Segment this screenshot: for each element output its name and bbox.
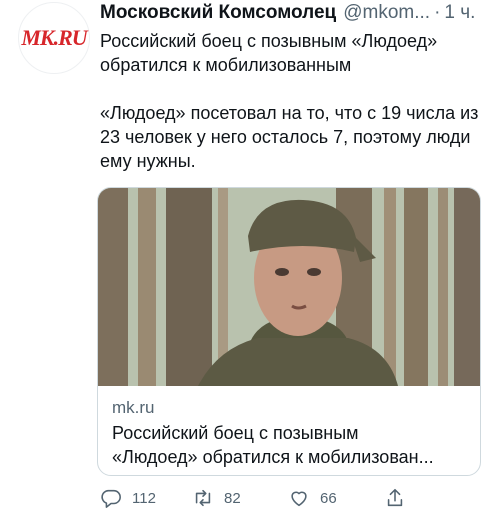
reply-count: 112 — [132, 489, 156, 507]
avatar[interactable]: MK.RU — [18, 2, 90, 74]
reply-button[interactable]: 112 — [100, 487, 192, 509]
share-icon — [387, 488, 403, 507]
retweet-button[interactable]: 82 — [192, 487, 288, 509]
author-name[interactable]: Московский Комсомолец — [100, 2, 336, 24]
retweet-icon — [195, 489, 211, 507]
author-handle[interactable]: @mkom... — [343, 2, 430, 24]
action-bar: 112 82 66 — [100, 486, 420, 510]
reply-icon — [101, 489, 121, 508]
like-count: 66 — [320, 489, 337, 507]
tweet-text: Российский боец с позывным «Людоед» обра… — [100, 31, 479, 171]
separator-dot: · — [434, 2, 441, 23]
forest-photo — [98, 188, 480, 386]
card-title-line-1: Российский боец с позывным — [112, 423, 359, 443]
retweet-count: 82 — [224, 489, 241, 507]
like-icon — [291, 491, 307, 507]
share-button[interactable] — [384, 487, 406, 509]
tweet-header: Московский Комсомолец @mkom... · 1 ч. — [100, 2, 492, 26]
link-card[interactable]: mk.ru Российский боец с позывным «Людоед… — [97, 187, 481, 476]
like-button[interactable]: 66 — [288, 487, 384, 509]
tweet-time[interactable]: 1 ч. — [444, 2, 475, 24]
card-domain: mk.ru — [112, 398, 155, 417]
card-image — [98, 188, 480, 386]
mk-logo: MK.RU — [21, 25, 87, 50]
card-title-line-2: «Людоед» обратился к мобилизован... — [112, 447, 434, 467]
